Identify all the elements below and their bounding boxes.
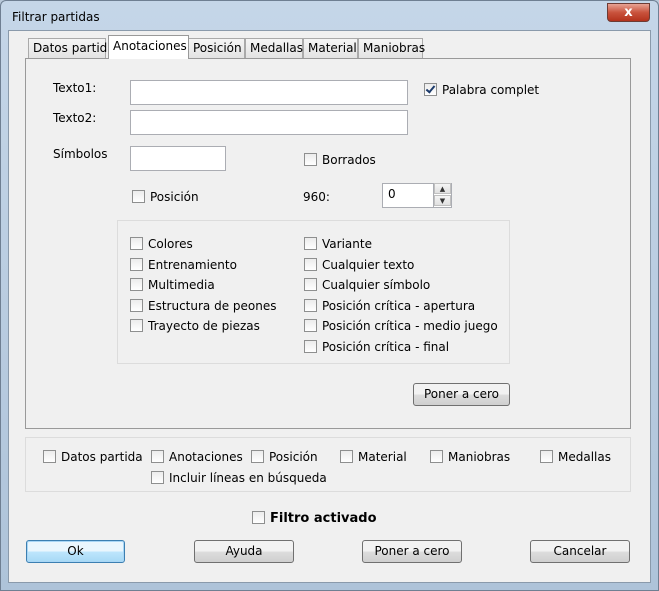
colores-checkbox[interactable]: Colores [130, 237, 193, 251]
checkbox-box [430, 450, 443, 463]
checkbox-box [540, 450, 553, 463]
check-label: Posición crítica - apertura [322, 299, 476, 313]
scope-material-checkbox[interactable]: Material [340, 450, 407, 464]
tab-datos-partida[interactable]: Datos partida [28, 38, 115, 58]
trayecto-piezas-checkbox[interactable]: Trayecto de piezas [130, 319, 260, 333]
tab-posicion[interactable]: Posición [188, 38, 245, 58]
scope-maniobras-checkbox[interactable]: Maniobras [430, 450, 510, 464]
check-label: Anotaciones [169, 450, 243, 464]
tab-material[interactable]: Material [303, 38, 358, 58]
checkbox-box [304, 258, 317, 271]
checkbox-box [132, 190, 145, 203]
cualquier-simbolo-checkbox[interactable]: Cualquier símbolo [304, 278, 430, 292]
poner-a-cero-button[interactable]: Poner a cero [362, 540, 462, 563]
n960-spinner[interactable]: ▲ ▼ [433, 183, 451, 208]
critica-apertura-checkbox[interactable]: Posición crítica - apertura [304, 299, 475, 313]
check-label: Estructura de peones [148, 299, 277, 313]
borrados-label: Borrados [322, 153, 376, 167]
check-label: Colores [148, 237, 193, 251]
checkbox-box [304, 153, 317, 166]
checkbox-box [130, 278, 143, 291]
cancelar-button[interactable]: Cancelar [530, 540, 630, 563]
spin-up-icon[interactable]: ▲ [434, 183, 451, 194]
critica-medio-juego-checkbox[interactable]: Posición crítica - medio juego [304, 319, 498, 333]
simbolos-label: Símbolos [53, 147, 108, 161]
checkbox-box [43, 450, 56, 463]
scope-anotaciones-checkbox[interactable]: Anotaciones [151, 450, 243, 464]
check-label: Cualquier símbolo [322, 278, 431, 292]
posicion-label: Posición [150, 190, 199, 204]
borrados-checkbox[interactable]: Borrados [304, 153, 376, 167]
palabra-completa-label: Palabra complet [442, 83, 540, 97]
filtro-activado-checkbox[interactable]: Filtro activado [252, 511, 377, 526]
check-label: Entrenamiento [148, 258, 237, 272]
check-label: Cualquier texto [322, 258, 415, 272]
check-label: Multimedia [148, 278, 215, 292]
palabra-completa-checkbox[interactable]: Palabra complet [424, 83, 539, 97]
filtro-activado-label: Filtro activado [270, 511, 377, 526]
checkbox-box [304, 278, 317, 291]
checkbox-box [304, 319, 317, 332]
check-label: Datos partida [61, 450, 143, 464]
entrenamiento-checkbox[interactable]: Entrenamiento [130, 258, 237, 272]
check-label: Medallas [558, 450, 611, 464]
incluir-lineas-checkbox[interactable]: Incluir líneas en búsqueda [151, 471, 327, 485]
checkbox-box [130, 237, 143, 250]
tab-medallas[interactable]: Medallas [245, 38, 303, 58]
check-label: Variante [322, 237, 372, 251]
scope-posicion-checkbox[interactable]: Posición [251, 450, 318, 464]
ayuda-button[interactable]: Ayuda [194, 540, 294, 563]
search-scope-group [25, 437, 631, 492]
texto2-input[interactable] [130, 110, 408, 135]
check-label: Incluir líneas en búsqueda [169, 471, 327, 485]
ok-button[interactable]: Ok [26, 540, 125, 563]
checkbox-box [340, 450, 353, 463]
check-label: Posición crítica - final [322, 340, 450, 354]
checkbox-box [130, 299, 143, 312]
checkbox-box [251, 450, 264, 463]
n960-label: 960: [303, 190, 330, 204]
checkbox-box [424, 83, 437, 96]
checkbox-box [151, 450, 164, 463]
checkbox-box [304, 340, 317, 353]
checkbox-box [130, 258, 143, 271]
texto1-input[interactable] [130, 80, 408, 105]
close-button[interactable]: x [607, 3, 650, 22]
variante-checkbox[interactable]: Variante [304, 237, 372, 251]
poner-a-cero-tab-button[interactable]: Poner a cero [413, 383, 510, 406]
spin-down-icon[interactable]: ▼ [434, 195, 451, 206]
multimedia-checkbox[interactable]: Multimedia [130, 278, 215, 292]
cualquier-texto-checkbox[interactable]: Cualquier texto [304, 258, 414, 272]
estructura-peones-checkbox[interactable]: Estructura de peones [130, 299, 276, 313]
check-label: Material [358, 450, 407, 464]
posicion-checkbox[interactable]: Posición [132, 190, 199, 204]
tab-maniobras[interactable]: Maniobras [358, 38, 425, 58]
check-label: Posición crítica - medio juego [322, 319, 498, 333]
texto1-label: Texto1: [53, 81, 97, 95]
simbolos-input[interactable] [130, 146, 226, 171]
tab-anotaciones[interactable]: Anotaciones [108, 35, 189, 59]
checkbox-box [130, 319, 143, 332]
scope-datos-partida-checkbox[interactable]: Datos partida [43, 450, 143, 464]
checkbox-box [304, 299, 317, 312]
checkbox-box [151, 471, 164, 484]
texto2-label: Texto2: [53, 111, 97, 125]
critica-final-checkbox[interactable]: Posición crítica - final [304, 340, 449, 354]
checkbox-box [252, 511, 265, 524]
window-title: Filtrar partidas [12, 10, 100, 24]
scope-medallas-checkbox[interactable]: Medallas [540, 450, 611, 464]
check-label: Trayecto de piezas [148, 319, 260, 333]
checkbox-box [304, 237, 317, 250]
check-label: Posición [269, 450, 318, 464]
check-label: Maniobras [448, 450, 511, 464]
